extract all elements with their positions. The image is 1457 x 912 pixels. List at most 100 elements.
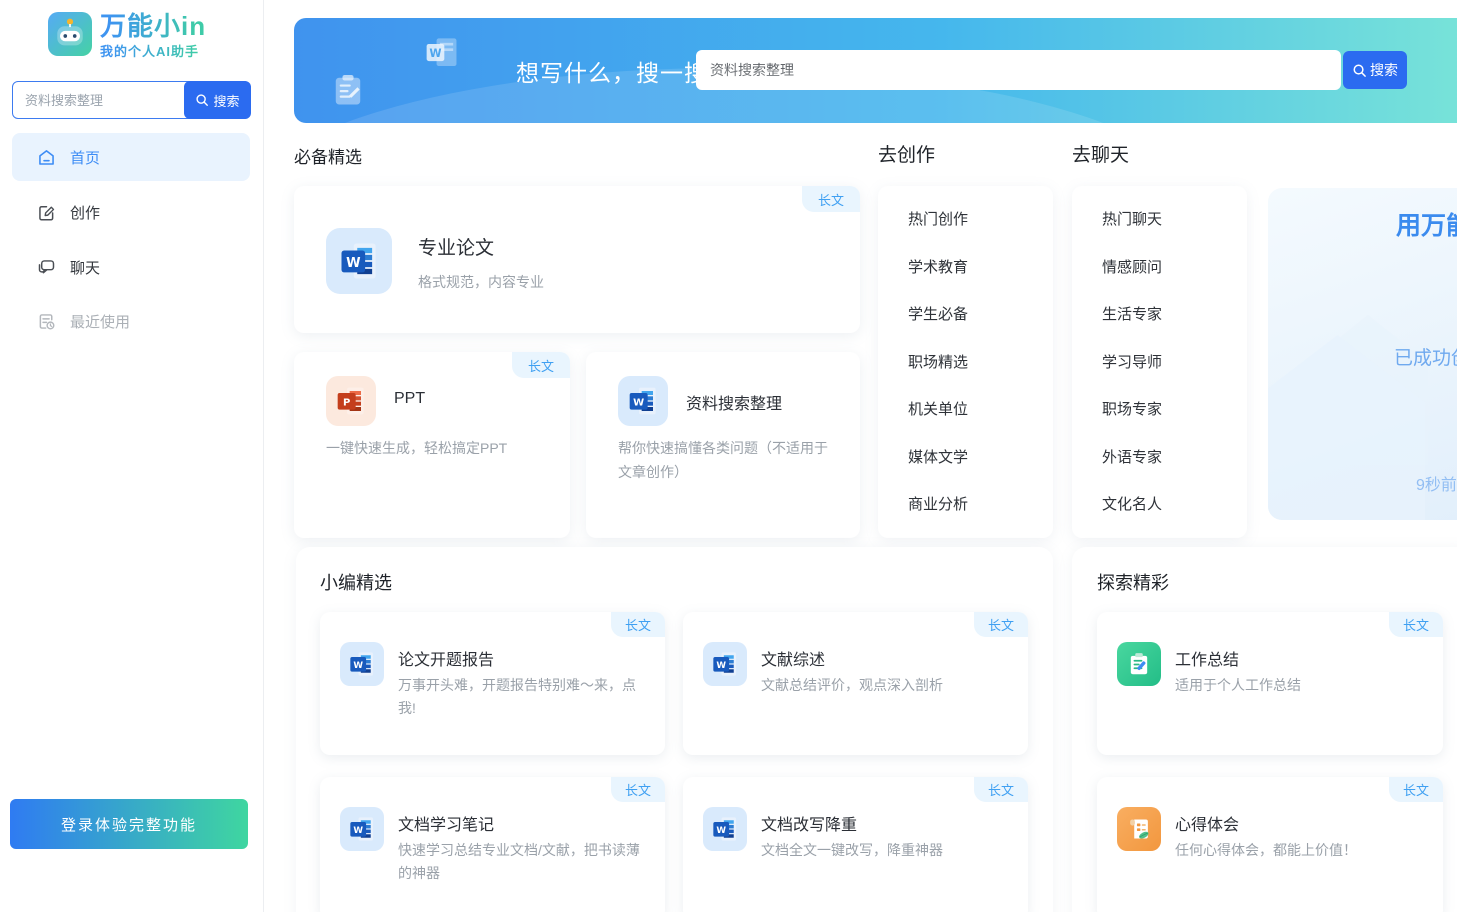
card-desc: 格式规范，内容专业 [418,270,544,294]
explore-panel: 探索精彩 长文 工作总结 适用于个人工作总结 长文 [1072,547,1457,912]
promo-panel[interactable]: 用万能 已成功创 9秒前 [1268,188,1457,520]
brand-logo[interactable]: 万能小in 我的个人AI助手 [48,12,206,60]
create-item-academic[interactable]: 学术教育 [878,244,1053,292]
editors-picks-panel: 小编精选 长文 W 论文开题报告 万事开头难，开题报告特别难～来，点我! 长文 [296,547,1053,912]
sidebar-item-chat-label: 聊天 [70,257,100,278]
recent-document-clock-icon [36,311,57,332]
section-title-chat: 去聊天 [1072,140,1129,167]
section-title-explore: 探索精彩 [1097,569,1169,595]
card-title: 文献综述 [761,646,825,670]
word-doc-icon: W [703,807,747,851]
word-doc-icon: W [618,376,668,426]
create-item-business[interactable]: 商业分析 [878,481,1053,529]
sidebar-item-create-label: 创作 [70,202,100,223]
promo-subtitle: 已成功创 [1394,343,1457,370]
card-desc: 一键快速生成，轻松搞定PPT [326,436,546,460]
badge-long-text: 长文 [974,777,1028,802]
word-doc-icon: W [703,642,747,686]
sidebar-search-button[interactable]: 搜索 [184,81,251,119]
sidebar-item-chat[interactable]: 聊天 [12,243,250,291]
section-title-editors: 小编精选 [320,569,392,595]
word-doc-icon: W [340,807,384,851]
chat-item-life[interactable]: 生活专家 [1072,291,1247,339]
sidebar-item-home[interactable]: 首页 [12,133,250,181]
sidebar-search: 搜索 [12,81,250,119]
chat-item-emotion[interactable]: 情感顾问 [1072,244,1247,292]
card-desc: 适用于个人工作总结 [1175,674,1427,697]
badge-long-text: 长文 [512,352,570,378]
chat-icon [36,257,57,278]
clipboard-watermark-icon [328,70,368,110]
card-thesis-proposal[interactable]: 长文 W 论文开题报告 万事开头难，开题报告特别难～来，点我! [320,612,665,755]
card-desc: 帮你快速搞懂各类问题（不适用于文章创作） [618,436,832,484]
card-professional-paper[interactable]: 长文 W 专业论文 格式规范，内容专业 [294,186,860,333]
chat-item-study[interactable]: 学习导师 [1072,339,1247,387]
sidebar-item-recent-label: 最近使用 [70,311,130,332]
word-doc-watermark-icon: W [420,34,462,76]
badge-long-text: 长文 [1389,777,1443,802]
login-button[interactable]: 登录体验完整功能 [10,799,248,849]
robot-logo-icon [48,12,92,56]
card-reflections[interactable]: 长文 心得体会 任何心得体会，都能上价值！ [1097,777,1443,912]
card-document-study-notes[interactable]: 长文 W 文档学习笔记 快速学习总结专业文档/文献，把书读薄的神器 [320,777,665,912]
card-desc: 快速学习总结专业文档/文献，把书读薄的神器 [398,839,650,885]
card-title: 文档改写降重 [761,811,857,835]
card-literature-review[interactable]: 长文 W 文献综述 文献总结评价，观点深入剖析 [683,612,1028,755]
create-item-student[interactable]: 学生必备 [878,291,1053,339]
card-title: PPT [394,390,425,408]
chat-item-culture[interactable]: 文化名人 [1072,481,1247,529]
section-title-essentials: 必备精选 [294,143,362,168]
clipboard-checklist-icon [1117,642,1161,686]
card-title: 论文开题报告 [398,646,494,670]
card-title: 心得体会 [1175,811,1239,835]
home-icon [36,147,57,168]
chat-item-hot[interactable]: 热门聊天 [1072,196,1247,244]
badge-long-text: 长文 [611,777,665,802]
banner-search-input[interactable] [696,50,1341,90]
card-work-summary[interactable]: 长文 工作总结 适用于个人工作总结 [1097,612,1443,755]
sidebar-search-button-label: 搜索 [213,91,239,110]
chat-item-language[interactable]: 外语专家 [1072,434,1247,482]
badge-long-text: 长文 [1389,612,1443,637]
svg-text:W: W [353,826,363,836]
card-title: 资料搜索整理 [686,390,782,414]
card-document-rewrite[interactable]: 长文 W 文档改写降重 文档全文一键改写，降重神器 [683,777,1028,912]
section-title-create: 去创作 [878,140,935,167]
card-desc: 文档全文一键改写，降重神器 [761,839,1013,862]
search-icon [195,93,209,107]
card-ppt[interactable]: 长文 P PPT 一键快速生成，轻松搞定PPT [294,352,570,538]
create-item-media[interactable]: 媒体文学 [878,434,1053,482]
ppt-icon: P [326,376,376,426]
badge-long-text: 长文 [974,612,1028,637]
svg-text:W: W [633,398,644,409]
create-item-hot[interactable]: 热门创作 [878,196,1053,244]
search-banner: W 想写什么，搜一搜 搜索 [294,18,1457,123]
create-item-government[interactable]: 机关单位 [878,386,1053,434]
sidebar: 万能小in 我的个人AI助手 搜索 首页 [0,0,264,912]
svg-text:W: W [353,661,363,671]
banner-title: 想写什么，搜一搜 [516,54,708,88]
svg-text:W: W [429,47,441,60]
badge-long-text: 长文 [802,186,860,212]
banner-search-button[interactable]: 搜索 [1343,51,1407,89]
svg-text:P: P [343,398,350,409]
promo-timestamp: 9秒前 [1416,471,1457,495]
create-item-workplace[interactable]: 职场精选 [878,339,1053,387]
chat-category-list: 热门聊天 情感顾问 生活专家 学习导师 职场专家 外语专家 文化名人 [1072,186,1247,538]
sidebar-item-home-label: 首页 [70,147,100,168]
create-category-list: 热门创作 学术教育 学生必备 职场精选 机关单位 媒体文学 商业分析 [878,186,1053,538]
badge-long-text: 长文 [611,612,665,637]
sidebar-item-recent[interactable]: 最近使用 [12,297,250,345]
brand-text: 万能小in 我的个人AI助手 [100,12,206,60]
card-desc: 文献总结评价，观点深入剖析 [761,674,1013,697]
svg-text:W: W [716,661,726,671]
chat-item-workplace[interactable]: 职场专家 [1072,386,1247,434]
card-title: 工作总结 [1175,646,1239,670]
brand-tagline: 我的个人AI助手 [100,41,206,60]
brand-name: 万能小in [100,12,206,40]
scroll-leaf-icon [1117,807,1161,851]
sidebar-item-create[interactable]: 创作 [12,188,250,236]
card-desc: 万事开头难，开题报告特别难～来，点我! [398,674,650,720]
card-research-search[interactable]: W 资料搜索整理 帮你快速搞懂各类问题（不适用于文章创作） [586,352,860,538]
search-icon [1352,63,1367,78]
